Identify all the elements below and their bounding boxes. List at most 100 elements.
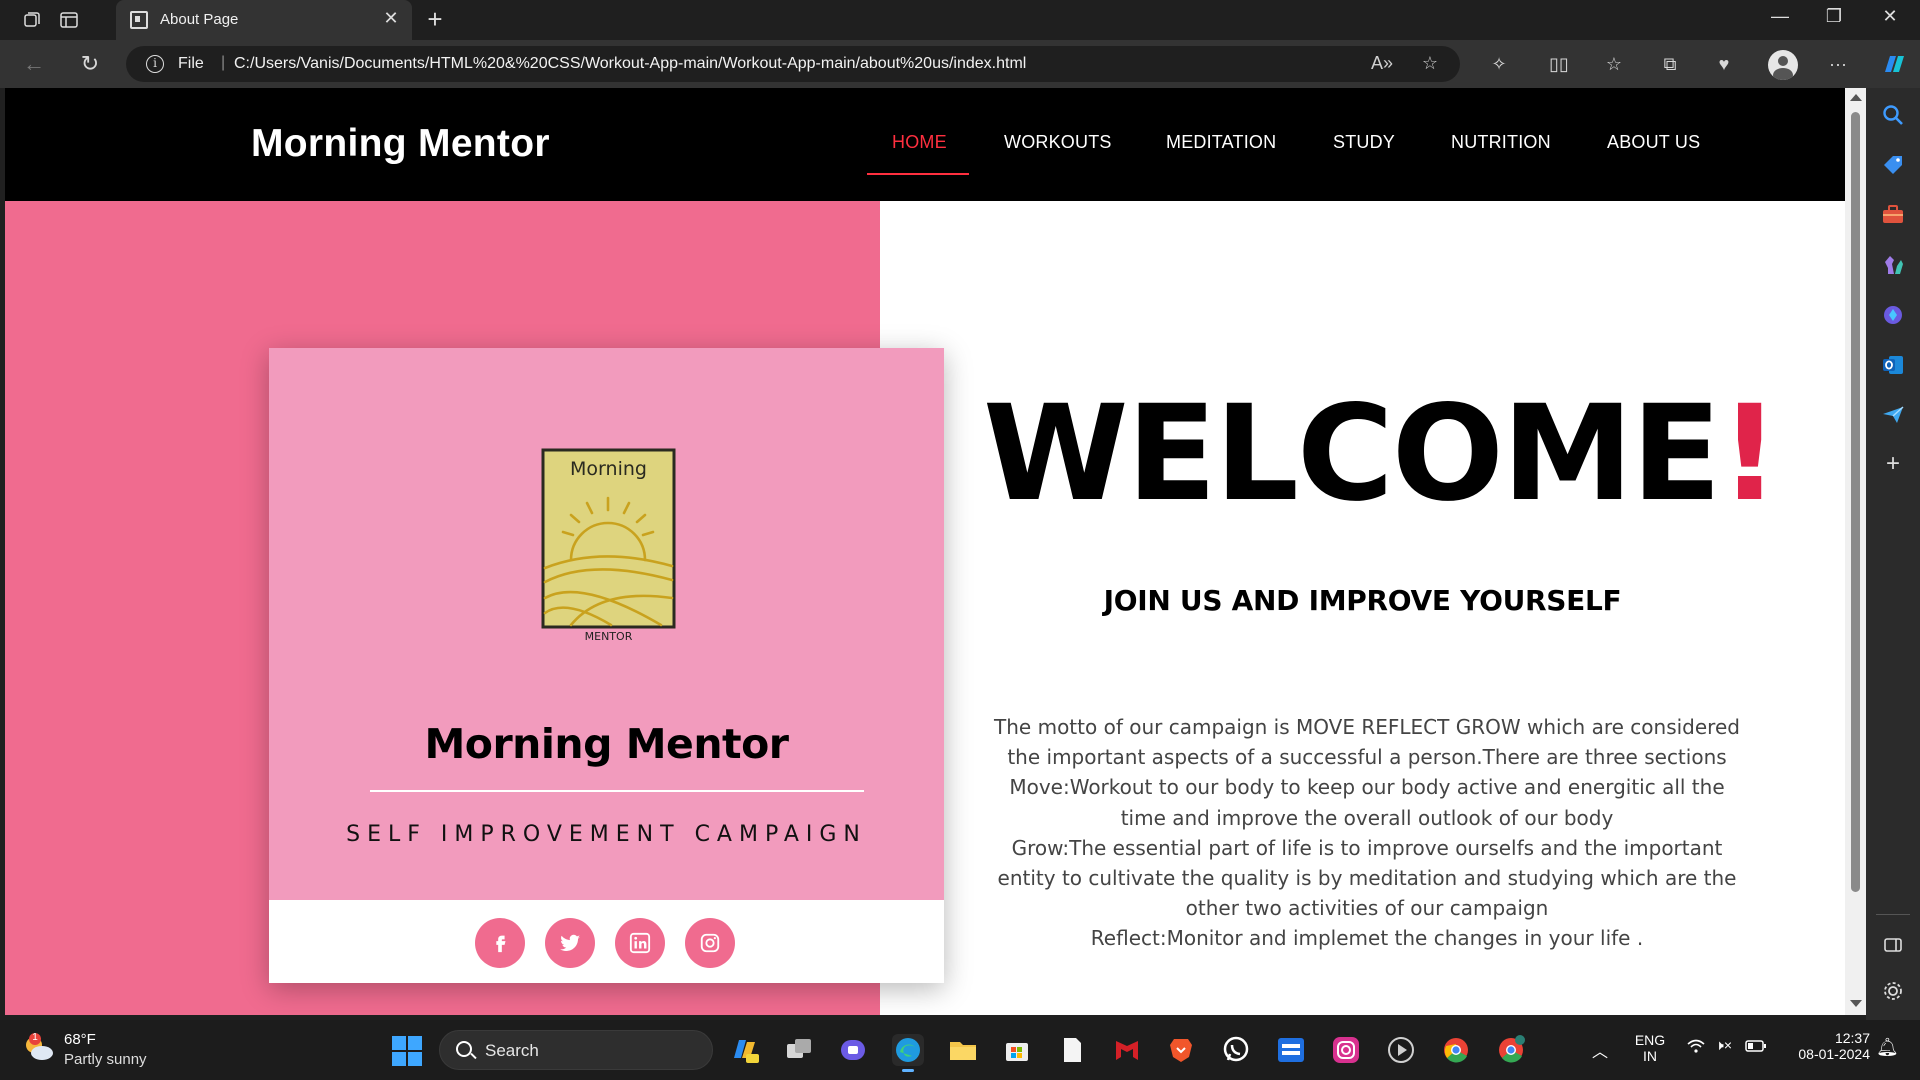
edge-app-icon[interactable]: [892, 1034, 924, 1072]
sidebar-search-icon[interactable]: [1880, 102, 1906, 128]
favorites-icon[interactable]: ☆: [1602, 52, 1626, 76]
sidebar-shopping-icon[interactable]: [1880, 152, 1906, 178]
close-tab-icon[interactable]: ✕: [380, 8, 402, 29]
favorite-star-icon[interactable]: ☆: [1418, 53, 1442, 74]
page-favicon-icon: [130, 11, 148, 29]
whatsapp-icon[interactable]: [1220, 1034, 1252, 1066]
copilot-app-icon[interactable]: [728, 1034, 760, 1066]
instagram-app-icon[interactable]: [1330, 1034, 1362, 1066]
split-screen-icon[interactable]: ▯▯: [1547, 52, 1571, 76]
logo-word: Morning: [570, 458, 647, 480]
search-icon: [456, 1041, 472, 1057]
browser-essentials-icon[interactable]: ♥: [1712, 52, 1736, 76]
clock-date: 08-01-2024: [1798, 1046, 1870, 1062]
volume-muted-icon[interactable]: 🕨×: [1715, 1037, 1732, 1054]
address-scheme-label: File: [178, 55, 204, 72]
sidebar-drop-icon[interactable]: [1880, 402, 1906, 428]
weather-temperature[interactable]: 68°F: [64, 1031, 96, 1048]
card-subtitle: SELF IMPROVEMENT CAMPAIGN: [346, 822, 867, 847]
brave-browser-icon[interactable]: [1165, 1034, 1197, 1066]
tab-actions-icon[interactable]: [57, 8, 81, 32]
morning-mentor-logo: Morning: [541, 448, 676, 629]
address-url[interactable]: C:/Users/Vanis/Documents/HTML%20&%20CSS/…: [234, 55, 1026, 73]
refresh-icon[interactable]: ↻: [76, 50, 104, 78]
restore-icon[interactable]: ❐: [1814, 6, 1854, 27]
sidebar-games-icon[interactable]: [1880, 252, 1906, 278]
sidebar-settings-icon[interactable]: [1880, 978, 1906, 1004]
new-tab-icon[interactable]: +: [420, 4, 450, 35]
collections-icon[interactable]: ⧉: [1658, 52, 1682, 76]
nav-workouts[interactable]: WORKOUTS: [1004, 132, 1112, 153]
tagline-heading: JOIN US AND IMPROVE YOURSELF: [1103, 584, 1622, 617]
sidebar-outlook-icon[interactable]: [1880, 352, 1906, 378]
profile-avatar[interactable]: [1768, 50, 1798, 80]
chrome-profile-icon[interactable]: [1495, 1034, 1527, 1066]
microsoft-store-icon[interactable]: [1001, 1034, 1033, 1066]
motto-reflect: Reflect:Monitor and implemet the changes…: [1090, 926, 1644, 951]
sidebar-add-icon[interactable]: +: [1880, 452, 1906, 478]
teams-chat-icon[interactable]: [837, 1034, 869, 1066]
nav-meditation[interactable]: MEDITATION: [1166, 132, 1276, 153]
scroll-down-arrow-icon[interactable]: [1850, 1000, 1862, 1007]
sidebar-tools-icon[interactable]: [1880, 202, 1906, 228]
welcome-word: WELCOME: [983, 377, 1721, 531]
weather-condition[interactable]: Partly sunny: [64, 1051, 147, 1068]
scroll-up-arrow-icon[interactable]: [1850, 94, 1862, 101]
sidebar-copilot-icon[interactable]: [1880, 302, 1906, 328]
linkedin-icon[interactable]: [615, 918, 665, 968]
motto-paragraph: The motto of our campaign is MOVE REFLEC…: [985, 712, 1749, 954]
battery-icon[interactable]: [1745, 1039, 1767, 1056]
minimize-icon[interactable]: —: [1760, 6, 1800, 27]
facebook-icon[interactable]: [475, 918, 525, 968]
card-top-section: Morning MENTOR Morning Mentor SELF IMPRO…: [269, 348, 944, 900]
nav-about-us[interactable]: ABOUT US: [1607, 132, 1700, 153]
weather-badge: 1: [32, 1032, 38, 1043]
tab-title: About Page: [160, 11, 239, 28]
language-region: IN: [1643, 1048, 1657, 1064]
mcafee-icon[interactable]: [1111, 1034, 1143, 1066]
sidebar-toggle-icon[interactable]: [1880, 932, 1906, 958]
address-bar[interactable]: i File | C:/Users/Vanis/Documents/HTML%2…: [126, 46, 1460, 82]
page-viewport: Morning Mentor HOME WORKOUTS MEDITATION …: [5, 88, 1845, 1015]
copilot-icon[interactable]: [1880, 52, 1908, 76]
start-windows-icon[interactable]: [392, 1036, 422, 1066]
chrome-icon[interactable]: [1440, 1034, 1472, 1066]
nav-active-underline: [867, 173, 969, 175]
nav-nutrition[interactable]: NUTRITION: [1451, 132, 1551, 153]
scrollbar-thumb[interactable]: [1851, 112, 1860, 892]
profile-card: Morning MENTOR Morning Mentor SELF IMPRO…: [269, 348, 944, 983]
language-indicator[interactable]: ENG IN: [1630, 1032, 1670, 1064]
nav-home[interactable]: HOME: [892, 132, 947, 153]
info-icon[interactable]: i: [146, 55, 164, 73]
clock-time: 12:37: [1834, 1030, 1870, 1046]
site-logo[interactable]: Morning Mentor: [251, 122, 550, 166]
sidebar-divider: [1876, 914, 1910, 915]
workspaces-icon[interactable]: [20, 8, 44, 32]
edge-active-indicator: [902, 1069, 914, 1072]
prime-video-icon[interactable]: [1275, 1034, 1307, 1066]
extensions-icon[interactable]: ✧: [1487, 52, 1511, 76]
more-menu-icon[interactable]: ···: [1826, 52, 1850, 76]
task-view-icon[interactable]: [783, 1034, 815, 1066]
tray-overflow-chevron-icon[interactable]: ︿: [1592, 1038, 1608, 1062]
instagram-icon[interactable]: [685, 918, 735, 968]
clock[interactable]: 12:37 08-01-2024: [1780, 1030, 1870, 1062]
taskbar-search[interactable]: Search: [439, 1030, 713, 1070]
page-scrollbar[interactable]: [1845, 88, 1866, 1015]
close-window-icon[interactable]: ✕: [1870, 6, 1910, 27]
site-header: Morning Mentor HOME WORKOUTS MEDITATION …: [5, 88, 1845, 201]
welcome-heading: WELCOME!: [983, 388, 1780, 520]
notepad-icon[interactable]: [1056, 1034, 1088, 1066]
read-aloud-icon[interactable]: A»: [1370, 53, 1394, 74]
active-tab[interactable]: About Page ✕: [116, 0, 412, 40]
weather-partly-sunny-icon[interactable]: 1: [22, 1032, 54, 1064]
notification-bell-icon[interactable]: 🔔︎: [1876, 1037, 1899, 1058]
nav-study[interactable]: STUDY: [1333, 132, 1395, 153]
media-player-icon[interactable]: [1385, 1034, 1417, 1066]
file-explorer-icon[interactable]: [947, 1034, 979, 1066]
wifi-icon[interactable]: [1686, 1038, 1706, 1057]
twitter-icon[interactable]: [545, 918, 595, 968]
back-icon[interactable]: ←: [20, 50, 48, 78]
card-divider: [370, 790, 864, 792]
motto-intro: The motto of our campaign is MOVE REFLEC…: [994, 715, 1740, 770]
